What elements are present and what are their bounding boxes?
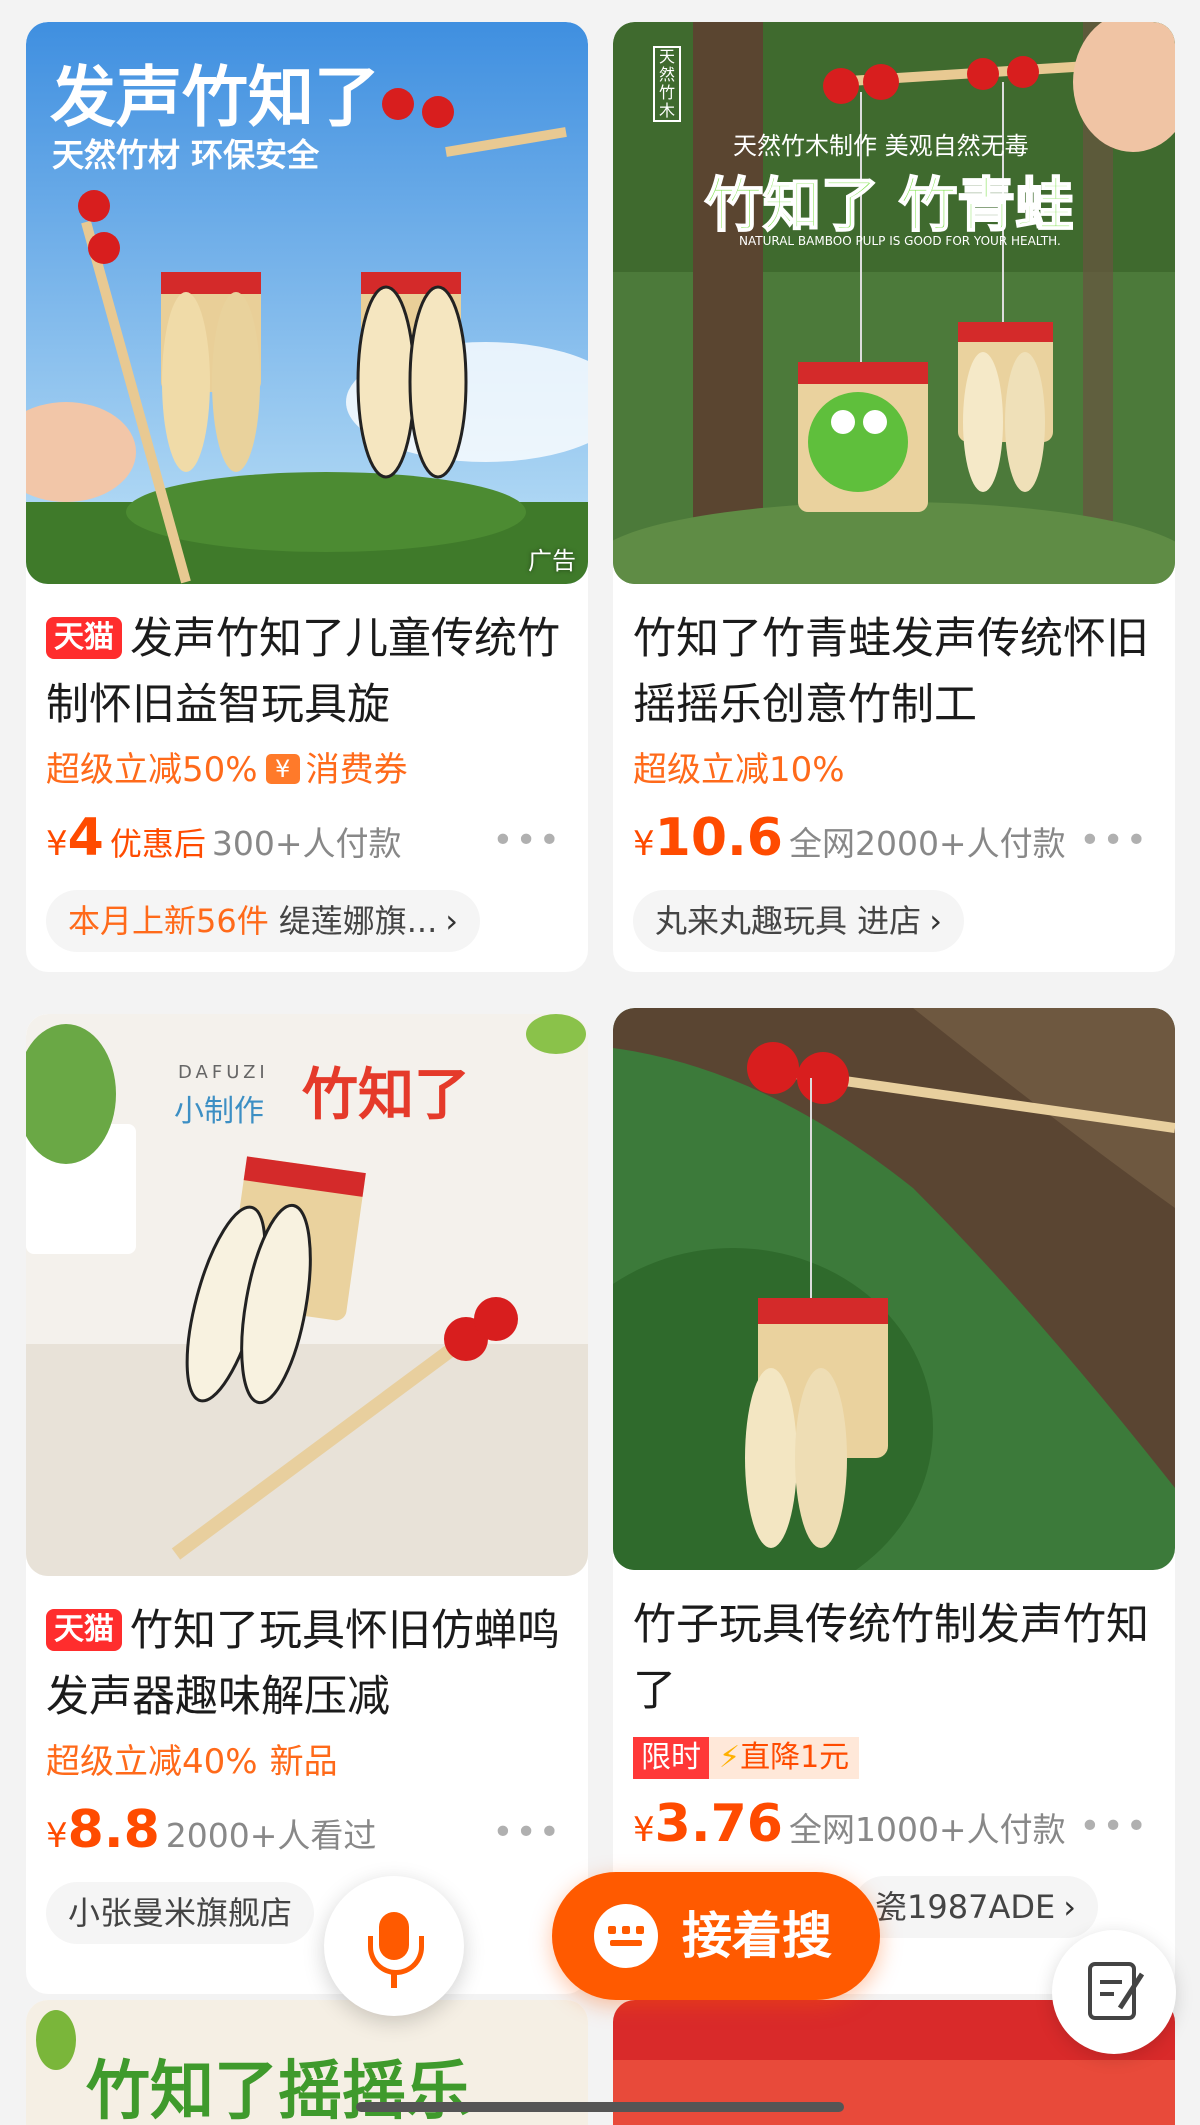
- image-subheadline: 天然竹木制作 美观自然无毒: [733, 132, 1029, 160]
- product-title-text: 竹知了玩具怀旧仿蝉鸣发声器趣味解压减: [46, 1606, 560, 1722]
- shop-new-count: 本月上新56件: [68, 902, 269, 940]
- promo-row: 限时 ⚡直降1元: [613, 1724, 1175, 1788]
- product-title[interactable]: 天猫 发声竹知了儿童传统竹制怀旧益智玩具旋: [26, 584, 588, 738]
- promo-discount: 超级立减10%: [633, 750, 845, 790]
- sales-count: 全网1000+人付款: [788, 1810, 1066, 1849]
- product-title[interactable]: 竹知了竹青蛙发声传统怀旧摇摇乐创意竹制工: [613, 584, 1175, 738]
- feedback-button[interactable]: [1052, 1930, 1176, 2054]
- shop-name: 丸来丸趣玩具 进店: [655, 902, 922, 940]
- currency-symbol: ¥: [633, 824, 655, 864]
- currency-symbol: ¥: [46, 1816, 68, 1856]
- product-image-art: [613, 1008, 1175, 1570]
- product-title-text: 竹子玩具传统竹制发声竹知了: [633, 1600, 1149, 1716]
- shop-link[interactable]: 瓷1987ADE ›: [853, 1876, 1098, 1938]
- image-headline: 发声竹知了: [50, 59, 380, 136]
- keyboard-icon: [594, 1904, 658, 1968]
- product-image[interactable]: 天然竹木 天然竹木制作 美观自然无毒 竹知了 竹青蛙 NATURAL BAMBO…: [613, 22, 1175, 584]
- continue-search-label: 接着搜: [682, 1907, 832, 1965]
- product-title-text: 竹知了竹青蛙发声传统怀旧摇摇乐创意竹制工: [633, 614, 1149, 730]
- product-card[interactable]: 发声竹知了 天然竹材 环保安全 广告 天猫 发声竹知了儿童传统竹制怀旧益智玩具旋 …: [26, 22, 588, 972]
- product-card[interactable]: DAFUZI 小制作 竹知了 天猫 竹知了玩具怀旧仿蝉鸣发声器趣味解压减 超级立减…: [26, 1014, 588, 1994]
- price-row: ¥8.8 2000+人看过 •••: [26, 1794, 588, 1876]
- shop-name: 小张曼米旗舰店: [68, 1894, 293, 1932]
- image-headline: 竹知了摇摇乐: [86, 2055, 470, 2125]
- product-card[interactable]: 天然竹木 天然竹木制作 美观自然无毒 竹知了 竹青蛙 NATURAL BAMBO…: [613, 22, 1175, 972]
- shop-link[interactable]: 小张曼米旗舰店: [46, 1882, 315, 1944]
- product-title[interactable]: 竹子玩具传统竹制发声竹知了: [613, 1570, 1175, 1724]
- product-image-art: [613, 22, 1175, 584]
- home-indicator[interactable]: [356, 2102, 844, 2112]
- tmall-badge: 天猫: [46, 617, 122, 659]
- shop-link[interactable]: 本月上新56件 缇莲娜旗... ›: [46, 890, 481, 952]
- shop-link[interactable]: 丸来丸趣玩具 进店 ›: [633, 890, 964, 952]
- price-row: ¥3.76 全网1000+人付款 •••: [613, 1788, 1175, 1870]
- image-caption: 小制作: [174, 1094, 264, 1129]
- chevron-right-icon: ›: [445, 902, 459, 940]
- limited-time-label: 限时: [633, 1737, 709, 1779]
- product-image[interactable]: [613, 1008, 1175, 1570]
- chevron-right-icon: ›: [1063, 1888, 1076, 1926]
- price: 3.76: [654, 1794, 783, 1854]
- image-badge: 天然竹木: [653, 46, 681, 122]
- price: 4: [67, 808, 104, 868]
- price: 8.8: [67, 1800, 160, 1860]
- coupon-icon: ¥: [265, 754, 300, 784]
- promo-row: 超级立减50% ¥ 消费券: [26, 738, 588, 802]
- sales-count: 全网2000+人付款: [788, 824, 1066, 863]
- shop-name: 瓷1987ADE: [875, 1888, 1056, 1926]
- image-subheadline: 天然竹材 环保安全: [52, 136, 320, 174]
- edit-icon: [1088, 1962, 1145, 2020]
- view-count: 2000+人看过: [165, 1816, 377, 1855]
- more-options-icon[interactable]: •••: [1079, 820, 1149, 861]
- product-title[interactable]: 天猫 竹知了玩具怀旧仿蝉鸣发声器趣味解压减: [26, 1576, 588, 1730]
- voice-search-button[interactable]: [324, 1876, 464, 2016]
- product-image[interactable]: 发声竹知了 天然竹材 环保安全 广告: [26, 22, 588, 584]
- promo-discount: 超级立减40%: [46, 1742, 258, 1782]
- shop-name: 缇莲娜旗...: [278, 902, 438, 940]
- image-tagline: NATURAL BAMBOO PULP IS GOOD FOR YOUR HEA…: [739, 234, 1061, 248]
- image-headline: 竹知了: [302, 1063, 470, 1128]
- price: 10.6: [654, 808, 783, 868]
- product-title-text: 发声竹知了儿童传统竹制怀旧益智玩具旋: [46, 614, 560, 730]
- new-badge: 新品: [269, 1742, 338, 1782]
- image-brand: DAFUZI: [178, 1062, 269, 1083]
- product-card[interactable]: 竹子玩具传统竹制发声竹知了 限时 ⚡直降1元 ¥3.76 全网1000+人付款 ••…: [613, 1008, 1175, 1994]
- lightning-icon: ⚡: [719, 1740, 741, 1775]
- price-note: 优惠后: [109, 825, 206, 863]
- product-image[interactable]: DAFUZI 小制作 竹知了: [26, 1014, 588, 1576]
- price-row: ¥10.6 全网2000+人付款 •••: [613, 802, 1175, 884]
- price-row: ¥4 优惠后 300+人付款 •••: [26, 802, 588, 884]
- sales-count: 300+人付款: [211, 824, 402, 863]
- coupon-label: 消费券: [305, 750, 408, 790]
- tmall-badge: 天猫: [46, 1609, 122, 1651]
- currency-symbol: ¥: [633, 1810, 655, 1850]
- promo-row: 超级立减40% 新品: [26, 1730, 588, 1794]
- image-headline: 竹知了 竹青蛙: [704, 170, 1074, 240]
- currency-symbol: ¥: [46, 824, 68, 864]
- more-options-icon[interactable]: •••: [1079, 1806, 1149, 1847]
- more-options-icon[interactable]: •••: [492, 820, 562, 861]
- price-drop-label: ⚡直降1元: [709, 1737, 860, 1779]
- continue-search-button[interactable]: 接着搜: [552, 1872, 880, 2000]
- more-options-icon[interactable]: •••: [492, 1812, 562, 1853]
- price-drop-text: 直降1元: [740, 1740, 850, 1775]
- promo-row: 超级立减10%: [613, 738, 1175, 802]
- ad-label: 广告: [528, 547, 576, 575]
- limited-time-badge: 限时 ⚡直降1元: [633, 1728, 860, 1784]
- promo-discount: 超级立减50%: [46, 750, 258, 790]
- chevron-right-icon: ›: [929, 902, 942, 940]
